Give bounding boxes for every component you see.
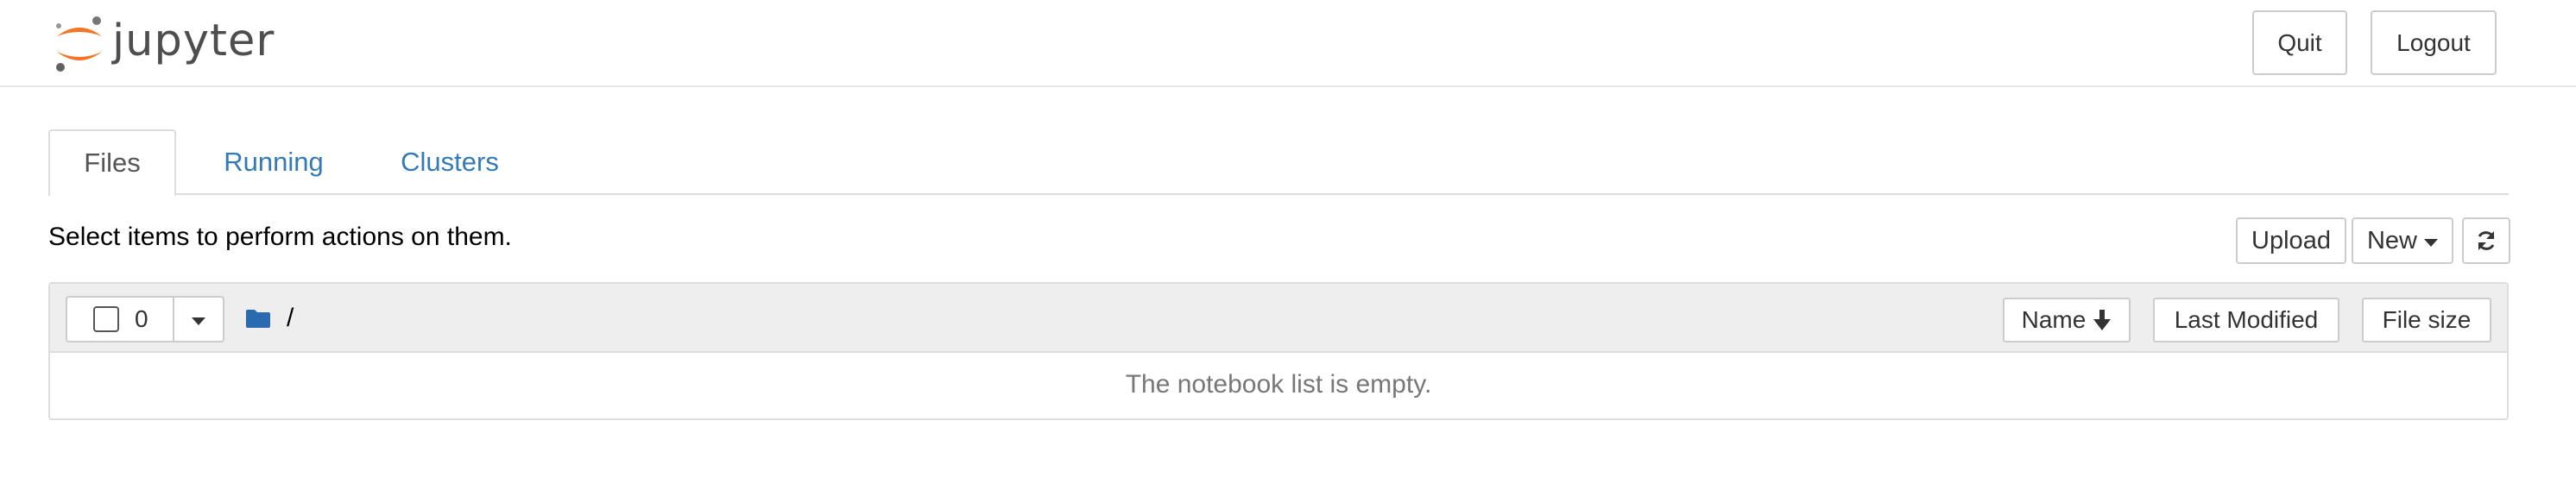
caret-down-icon [192,317,205,325]
sort-by-name-button[interactable]: Name [2003,298,2131,342]
selection-info-text: Select items to perform actions on them. [48,223,512,251]
tab-clusters[interactable]: Clusters [381,129,519,195]
sort-modified-label: Last Modified [2174,306,2319,333]
jupyter-logo[interactable]: jupyter [52,14,275,74]
logout-button[interactable]: Logout [2371,10,2497,75]
upload-label: Upload [2251,226,2331,254]
new-dropdown-button[interactable]: New [2352,217,2453,264]
breadcrumb: / [245,299,294,337]
tab-bar: Files Running Clusters [48,129,2509,197]
select-all-button[interactable]: 0 [67,298,174,341]
selected-count: 0 [135,305,148,332]
upload-button[interactable]: Upload [2236,217,2346,264]
refresh-button[interactable] [2462,217,2510,264]
notebook-list: 0 / Name Last Modified File size The not… [48,282,2509,420]
arrow-down-icon [2093,310,2112,330]
empty-list-message: The notebook list is empty. [1125,370,1432,399]
tab-files[interactable]: Files [48,129,176,197]
refresh-icon [2478,231,2495,250]
sort-by-file-size-button[interactable]: File size [2362,298,2491,342]
select-all-checkbox[interactable] [93,306,119,332]
sort-by-last-modified-button[interactable]: Last Modified [2153,298,2339,342]
folder-icon[interactable] [245,308,271,329]
select-all-group: 0 [66,296,224,342]
header-bar: jupyter Quit Logout [0,0,2576,87]
sort-size-label: File size [2382,306,2472,333]
caret-down-icon [2424,238,2438,247]
notebook-list-header: 0 / Name Last Modified File size [50,284,2507,353]
jupyter-logo-icon [56,16,102,72]
breadcrumb-root-link[interactable]: / [287,304,294,333]
sort-name-label: Name [2021,306,2087,333]
tab-running[interactable]: Running [213,129,334,195]
logo-text: jupyter [112,15,275,66]
new-label: New [2366,226,2417,254]
quit-button[interactable]: Quit [2252,10,2347,75]
select-dropdown-button[interactable] [174,298,223,341]
